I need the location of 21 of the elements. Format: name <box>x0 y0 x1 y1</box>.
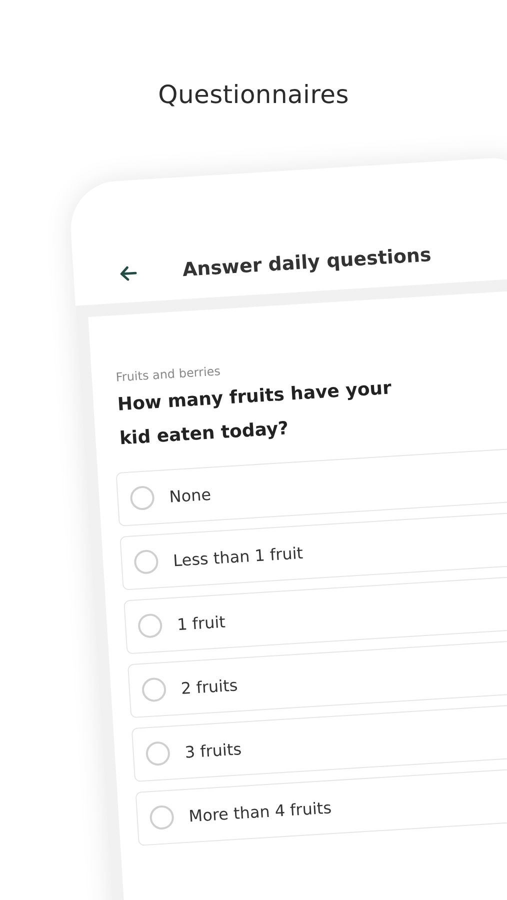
answer-option[interactable]: None <box>115 448 507 527</box>
answer-option[interactable]: 1 fruit <box>123 575 507 654</box>
radio-button[interactable] <box>140 676 166 702</box>
question-category: Fruits and berries <box>114 363 222 384</box>
page-title: Questionnaires <box>158 80 349 109</box>
answer-option[interactable]: 3 fruits <box>130 703 507 782</box>
radio-button[interactable] <box>133 549 158 575</box>
screen-title: Answer daily questions <box>181 244 432 282</box>
answer-option[interactable]: 2 fruits <box>126 639 507 718</box>
option-label: None <box>168 484 212 506</box>
answer-option[interactable]: Less than 1 fruit <box>119 511 507 590</box>
option-label: Less than 1 fruit <box>172 542 304 570</box>
option-label: 1 fruit <box>176 612 226 634</box>
answer-option[interactable]: More than 4 fruits <box>134 767 507 846</box>
option-label: 2 fruits <box>180 675 238 698</box>
radio-button[interactable] <box>129 485 155 511</box>
option-label: More than 4 fruits <box>188 798 332 826</box>
radio-button[interactable] <box>136 613 162 639</box>
radio-button[interactable] <box>148 804 174 830</box>
option-label: 3 fruits <box>184 738 242 762</box>
radio-button[interactable] <box>144 740 170 766</box>
